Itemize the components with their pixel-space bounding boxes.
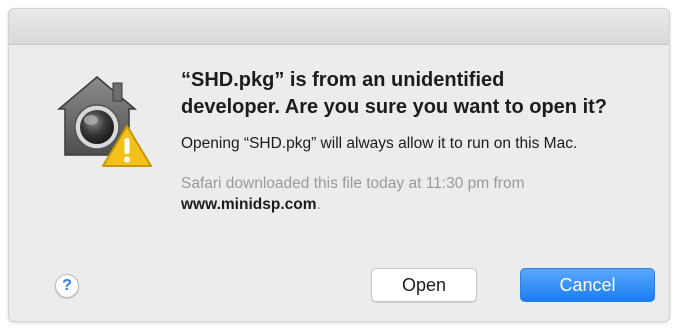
dialog-content: “SHD.pkg” is from an unidentified develo… — [181, 67, 651, 215]
source-domain: www.minidsp.com — [181, 196, 317, 213]
security-alert-dialog: “SHD.pkg” is from an unidentified develo… — [8, 8, 670, 322]
gatekeeper-security-icon — [49, 69, 152, 167]
titlebar — [9, 9, 669, 45]
download-source-info: Safari downloaded this file today at 11:… — [181, 173, 651, 215]
cancel-button[interactable]: Cancel — [520, 268, 655, 302]
source-suffix: . — [316, 196, 321, 213]
dialog-headline: “SHD.pkg” is from an unidentified develo… — [181, 67, 651, 121]
source-prefix: Safari downloaded this file today at 11:… — [181, 175, 525, 192]
dialog-message: Opening “SHD.pkg” will always allow it t… — [181, 135, 578, 152]
headline-line-1: “SHD.pkg” is from an unidentified — [181, 69, 505, 91]
warning-icon — [102, 125, 152, 167]
open-button[interactable]: Open — [371, 268, 477, 302]
headline-line-2: developer. Are you sure you want to open… — [181, 96, 607, 118]
help-button[interactable]: ? — [55, 274, 79, 298]
